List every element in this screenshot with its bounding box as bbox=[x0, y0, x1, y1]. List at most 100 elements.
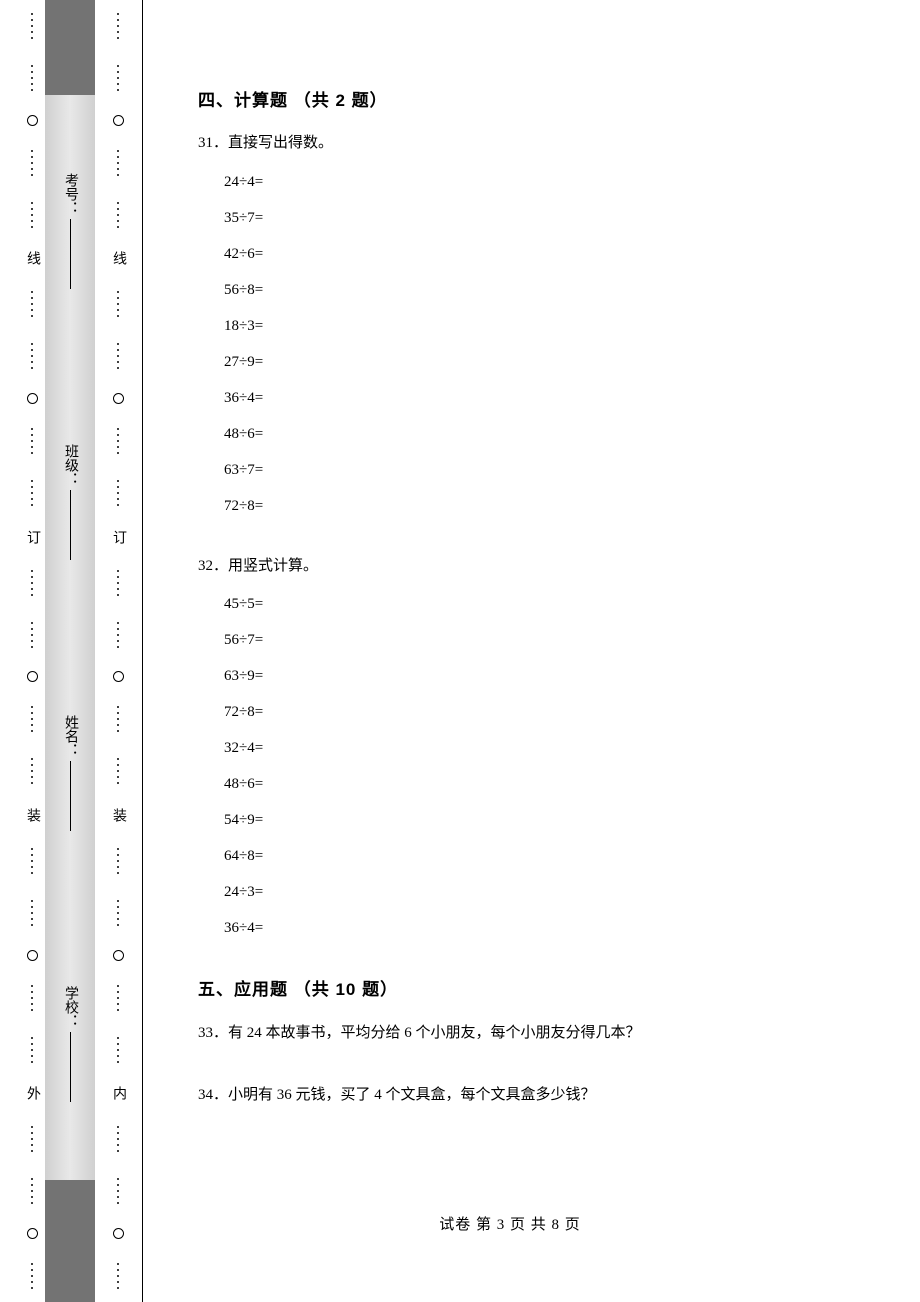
field-sep: ： bbox=[60, 472, 80, 486]
equation-item: 45÷5= bbox=[224, 586, 868, 622]
field-sep: ： bbox=[60, 743, 80, 757]
page-footer: 试卷 第 3 页 共 8 页 bbox=[140, 1213, 880, 1234]
dots-icon bbox=[30, 11, 34, 41]
circle-icon bbox=[113, 115, 124, 126]
question-number: 31． bbox=[198, 135, 228, 151]
field-label: 班级 bbox=[60, 444, 80, 472]
spacer bbox=[198, 946, 868, 974]
question-33: 33．有 24 本故事书，平均分给 6 个小朋友，每个小朋友分得几本？ bbox=[198, 1019, 868, 1048]
field-underline bbox=[70, 761, 71, 831]
question-34: 34．小明有 36 元钱，买了 4 个文具盒，每个文具盒多少钱？ bbox=[198, 1081, 868, 1110]
equation-item: 24÷3= bbox=[224, 874, 868, 910]
equation-list-31: 24÷4= 35÷7= 42÷6= 56÷8= 18÷3= 27÷9= 36÷4… bbox=[198, 164, 868, 524]
equation-item: 35÷7= bbox=[224, 200, 868, 236]
field-label: 考号 bbox=[60, 173, 80, 201]
field-school: 学校： bbox=[60, 986, 80, 1102]
dots-icon bbox=[30, 704, 34, 734]
equation-item: 56÷8= bbox=[224, 272, 868, 308]
field-exam-id: 考号： bbox=[60, 173, 80, 289]
dots-icon bbox=[116, 898, 120, 928]
field-label: 姓名 bbox=[60, 715, 80, 743]
circle-icon bbox=[113, 1228, 124, 1239]
equation-item: 42÷6= bbox=[224, 236, 868, 272]
field-class: 班级： bbox=[60, 444, 80, 560]
dots-icon bbox=[116, 568, 120, 598]
dots-icon bbox=[30, 1124, 34, 1154]
equation-item: 32÷4= bbox=[224, 730, 868, 766]
field-sep: ： bbox=[60, 1014, 80, 1028]
dots-icon bbox=[116, 983, 120, 1013]
spacer bbox=[198, 524, 868, 552]
equation-item: 36÷4= bbox=[224, 910, 868, 946]
binding-mark-char: 订 bbox=[108, 530, 128, 546]
dots-icon bbox=[30, 1035, 34, 1065]
question-number: 33． bbox=[198, 1025, 228, 1041]
binding-marks-outer: 线 订 装 外 bbox=[22, 0, 42, 1302]
dots-icon bbox=[30, 426, 34, 456]
dots-icon bbox=[116, 200, 120, 230]
dots-icon bbox=[30, 200, 34, 230]
side-mark-inner: 内 bbox=[108, 1086, 128, 1102]
question-text: 小明有 36 元钱，买了 4 个文具盒，每个文具盒多少钱？ bbox=[228, 1087, 596, 1103]
binding-mark-char: 装 bbox=[108, 808, 128, 824]
circle-icon bbox=[113, 393, 124, 404]
binding-mark-char: 线 bbox=[22, 251, 42, 267]
dots-icon bbox=[116, 11, 120, 41]
equation-item: 63÷9= bbox=[224, 658, 868, 694]
circle-icon bbox=[27, 671, 38, 682]
field-label: 学校 bbox=[60, 986, 80, 1014]
equation-item: 54÷9= bbox=[224, 802, 868, 838]
dots-icon bbox=[30, 1261, 34, 1291]
dots-icon bbox=[30, 756, 34, 786]
dots-icon bbox=[30, 341, 34, 371]
binding-mark-char: 线 bbox=[108, 251, 128, 267]
equation-item: 48÷6= bbox=[224, 416, 868, 452]
field-name: 姓名： bbox=[60, 715, 80, 831]
circle-icon bbox=[113, 950, 124, 961]
dots-icon bbox=[30, 983, 34, 1013]
dots-icon bbox=[116, 846, 120, 876]
circle-icon bbox=[113, 671, 124, 682]
equation-item: 27÷9= bbox=[224, 344, 868, 380]
field-underline bbox=[70, 219, 71, 289]
equation-item: 18÷3= bbox=[224, 308, 868, 344]
dots-icon bbox=[116, 704, 120, 734]
equation-item: 24÷4= bbox=[224, 164, 868, 200]
binding-marks-inner: 线 订 装 内 bbox=[108, 0, 128, 1302]
page-number: 试卷 第 3 页 共 8 页 bbox=[439, 1217, 581, 1233]
dots-icon bbox=[30, 568, 34, 598]
field-sep: ： bbox=[60, 201, 80, 215]
dots-icon bbox=[116, 148, 120, 178]
dots-icon bbox=[116, 63, 120, 93]
dots-icon bbox=[30, 620, 34, 650]
dots-icon bbox=[116, 1035, 120, 1065]
dots-icon bbox=[116, 341, 120, 371]
equation-item: 72÷8= bbox=[224, 694, 868, 730]
question-number: 32． bbox=[198, 558, 228, 574]
binding-mark-char: 订 bbox=[22, 530, 42, 546]
dots-icon bbox=[30, 289, 34, 319]
dots-icon bbox=[30, 846, 34, 876]
binding-mark-char: 装 bbox=[22, 808, 42, 824]
question-text: 直接写出得数。 bbox=[228, 135, 333, 151]
question-32: 32．用竖式计算。 bbox=[198, 552, 868, 581]
dots-icon bbox=[116, 756, 120, 786]
question-text: 有 24 本故事书，平均分给 6 个小朋友，每个小朋友分得几本？ bbox=[228, 1025, 641, 1041]
gutter-divider bbox=[142, 0, 143, 1302]
dots-icon bbox=[30, 898, 34, 928]
student-info-fields: 学校： 姓名： 班级： 考号： bbox=[55, 95, 85, 1180]
equation-item: 63÷7= bbox=[224, 452, 868, 488]
side-mark-outer: 外 bbox=[22, 1086, 42, 1102]
equation-item: 36÷4= bbox=[224, 380, 868, 416]
question-31: 31．直接写出得数。 bbox=[198, 129, 868, 158]
dots-icon bbox=[116, 1261, 120, 1291]
circle-icon bbox=[27, 950, 38, 961]
section-4-title: 四、计算题 （共 2 题） bbox=[198, 85, 868, 117]
spacer bbox=[198, 1053, 868, 1081]
field-underline bbox=[70, 490, 71, 560]
dots-icon bbox=[116, 620, 120, 650]
dots-icon bbox=[116, 289, 120, 319]
equation-list-32: 45÷5= 56÷7= 63÷9= 72÷8= 32÷4= 48÷6= 54÷9… bbox=[198, 586, 868, 946]
question-text: 用竖式计算。 bbox=[228, 558, 318, 574]
dots-icon bbox=[30, 478, 34, 508]
